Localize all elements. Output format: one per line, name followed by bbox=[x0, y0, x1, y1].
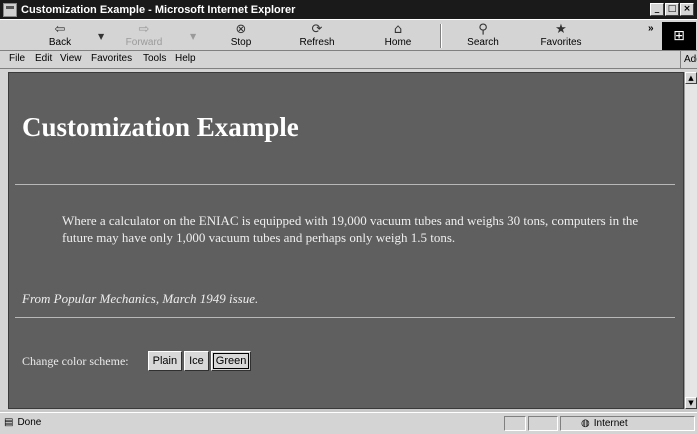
windows-logo-icon: ⊞ bbox=[662, 22, 696, 50]
vertical-scrollbar[interactable]: ▲ ▼ bbox=[684, 72, 697, 409]
favorites-label: Favorites bbox=[540, 37, 582, 48]
plain-scheme-button[interactable]: Plain bbox=[147, 351, 183, 371]
eniac-quote: Where a calculator on the ENIAC is equip… bbox=[62, 213, 639, 245]
status-text-area: ▤ Done bbox=[4, 417, 41, 428]
title-bar[interactable]: Customization Example - Microsoft Intern… bbox=[0, 0, 697, 19]
color-scheme-row: Change color scheme: Plain Ice Green bbox=[22, 350, 253, 372]
favorites-icon: ★ bbox=[555, 22, 567, 37]
forward-label: Forward bbox=[125, 37, 163, 48]
refresh-icon: ⟳ bbox=[311, 22, 323, 37]
menu-edit[interactable]: Edit bbox=[35, 53, 52, 64]
toolbar-chevron-icon[interactable]: » bbox=[648, 23, 654, 34]
menu-favorites[interactable]: Favorites bbox=[91, 53, 132, 64]
back-arrow-icon: ⇦ bbox=[54, 22, 66, 37]
toolbar-separator bbox=[440, 24, 442, 48]
page-icon: ▤ bbox=[4, 417, 14, 428]
forward-dropdown-icon[interactable]: ▼ bbox=[190, 32, 196, 41]
page-content: Customization Example Where a calculator… bbox=[8, 72, 684, 409]
search-label: Search bbox=[467, 37, 499, 48]
back-dropdown-icon[interactable]: ▼ bbox=[98, 32, 104, 41]
scroll-down-icon[interactable]: ▼ bbox=[685, 397, 697, 409]
menu-bar: File Edit View Favorites Tools Help Addr… bbox=[0, 51, 697, 69]
address-label[interactable]: Address bbox=[680, 51, 697, 68]
refresh-button[interactable]: ⟳ Refresh bbox=[293, 22, 341, 50]
security-zone: ◍ Internet bbox=[560, 416, 695, 431]
close-button[interactable]: × bbox=[680, 3, 694, 16]
refresh-label: Refresh bbox=[299, 37, 335, 48]
forward-arrow-icon: ⇨ bbox=[138, 22, 150, 37]
content-frame-left bbox=[0, 69, 8, 410]
menu-tools[interactable]: Tools bbox=[143, 53, 166, 64]
browser-window: Customization Example - Microsoft Intern… bbox=[0, 0, 697, 434]
status-pane bbox=[504, 416, 526, 431]
green-scheme-button[interactable]: Green bbox=[210, 351, 252, 371]
search-icon: ⚲ bbox=[478, 22, 488, 37]
home-icon: ⌂ bbox=[393, 22, 403, 37]
home-label: Home bbox=[384, 37, 412, 48]
status-pane bbox=[528, 416, 558, 431]
favorites-button[interactable]: ★ Favorites bbox=[537, 22, 585, 50]
horizontal-rule bbox=[15, 317, 675, 318]
back-label: Back bbox=[48, 37, 72, 48]
color-scheme-label: Change color scheme: bbox=[22, 353, 129, 368]
standard-toolbar: ⇦ Back ▼ ⇨ Forward ▼ ⊗ Stop ⟳ Refresh ⌂ … bbox=[0, 19, 697, 51]
menu-view[interactable]: View bbox=[60, 53, 82, 64]
globe-icon: ◍ bbox=[581, 418, 590, 429]
forward-button[interactable]: ⇨ Forward bbox=[120, 22, 168, 50]
ice-scheme-button[interactable]: Ice bbox=[184, 351, 209, 371]
menu-file[interactable]: File bbox=[9, 53, 25, 64]
zone-label: Internet bbox=[593, 418, 628, 429]
home-button[interactable]: ⌂ Home bbox=[374, 22, 422, 50]
scroll-up-icon[interactable]: ▲ bbox=[685, 72, 697, 84]
quote-source: From Popular Mechanics, March 1949 issue… bbox=[22, 291, 259, 306]
status-text: Done bbox=[17, 417, 42, 428]
minimize-button[interactable]: _ bbox=[650, 3, 664, 16]
horizontal-rule bbox=[15, 184, 675, 185]
status-bar: ▤ Done ◍ Internet bbox=[0, 412, 697, 434]
search-button[interactable]: ⚲ Search bbox=[459, 22, 507, 50]
window-title: Customization Example - Microsoft Intern… bbox=[21, 3, 296, 16]
back-button[interactable]: ⇦ Back bbox=[36, 22, 84, 50]
stop-icon: ⊗ bbox=[235, 22, 247, 37]
page-heading: Customization Example bbox=[22, 112, 299, 142]
window-controls: _ □ × bbox=[650, 3, 694, 16]
menu-help[interactable]: Help bbox=[175, 53, 196, 64]
maximize-button[interactable]: □ bbox=[665, 3, 679, 16]
ie-page-icon bbox=[3, 2, 17, 17]
stop-label: Stop bbox=[230, 37, 252, 48]
stop-button[interactable]: ⊗ Stop bbox=[217, 22, 265, 50]
